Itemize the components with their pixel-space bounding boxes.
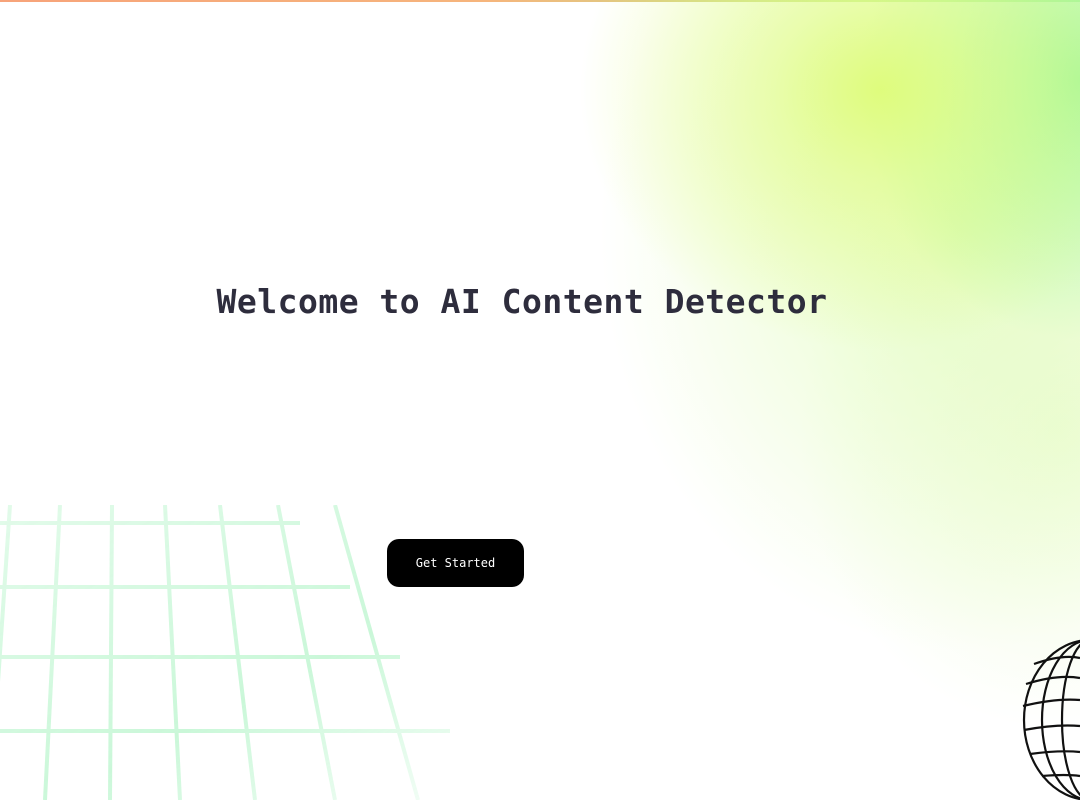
page-title: Welcome to AI Content Detector bbox=[216, 282, 828, 321]
top-accent-line bbox=[0, 0, 1080, 2]
get-started-button[interactable]: Get Started bbox=[387, 539, 524, 587]
landing-page: Welcome to AI Content Detector Get Start… bbox=[0, 0, 1080, 800]
wireframe-globe-icon bbox=[1022, 639, 1080, 800]
background-gradient-glow bbox=[0, 0, 1080, 800]
